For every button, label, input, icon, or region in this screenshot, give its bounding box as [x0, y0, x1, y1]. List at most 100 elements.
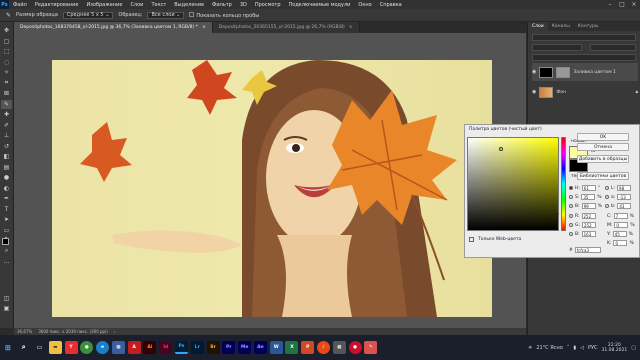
- k-field[interactable]: 0: [613, 240, 628, 246]
- acrobat-icon[interactable]: A: [127, 341, 141, 354]
- lab-b-radio[interactable]: [605, 204, 609, 208]
- language-indicator[interactable]: РУС: [588, 345, 598, 351]
- premiere-icon[interactable]: Pr: [222, 341, 236, 354]
- search-icon[interactable]: ⌕: [17, 341, 30, 354]
- h-radio[interactable]: [569, 186, 573, 190]
- hue-slider[interactable]: [561, 137, 566, 231]
- chrome-icon[interactable]: ●: [80, 341, 94, 354]
- brush-tool-icon[interactable]: ✐: [1, 121, 12, 131]
- sample-size-select[interactable]: Среднее 5 х 5 ⌄: [62, 11, 114, 19]
- eraser-tool-icon[interactable]: ◧: [1, 152, 12, 162]
- hue-slider-arrow-icon[interactable]: ▸: [557, 211, 559, 216]
- windows-start-icon[interactable]: ⊞: [1, 341, 14, 354]
- document-image[interactable]: [52, 60, 492, 317]
- r-field[interactable]: 252: [581, 213, 596, 219]
- frame-tool-icon[interactable]: ⊠: [1, 89, 12, 99]
- volume-icon[interactable]: ◁: [580, 345, 584, 351]
- document-tab[interactable]: Depositphotos_50365155_xl-2015.jpg @ 26,…: [212, 22, 360, 33]
- clock[interactable]: 22:20 31.08.2021: [602, 343, 628, 353]
- eyedropper-tool-icon[interactable]: ✎: [1, 99, 12, 109]
- opacity-field[interactable]: [590, 44, 636, 51]
- menu-item[interactable]: Окно: [354, 2, 375, 8]
- history-brush-tool-icon[interactable]: ↺: [1, 142, 12, 152]
- status-arrow-icon[interactable]: ›: [114, 329, 116, 334]
- dodge-tool-icon[interactable]: ◐: [1, 184, 12, 194]
- lasso-tool-icon[interactable]: ◌: [1, 58, 12, 68]
- document-tab[interactable]: Depositphotos_168376458_xl-2015.jpg @ 36…: [14, 22, 213, 33]
- type-tool-icon[interactable]: T: [1, 205, 12, 215]
- zoom-tool-icon[interactable]: ⌕: [1, 247, 12, 257]
- menu-item[interactable]: Справка: [376, 2, 406, 8]
- lab-b-field[interactable]: 43: [617, 203, 632, 209]
- menu-item[interactable]: Редактирование: [31, 2, 83, 8]
- path-select-tool-icon[interactable]: ➤: [1, 215, 12, 225]
- bridge-icon[interactable]: Br: [206, 341, 220, 354]
- blend-mode-select[interactable]: [532, 44, 582, 51]
- menu-item[interactable]: Просмотр: [251, 2, 285, 8]
- zoom-level[interactable]: 36,67%: [17, 329, 32, 334]
- calculator-icon[interactable]: ▦: [332, 341, 346, 354]
- screen-mode-icon[interactable]: ▣: [1, 304, 12, 314]
- minimize-icon[interactable]: –: [604, 0, 616, 9]
- menu-item[interactable]: Файл: [9, 2, 31, 8]
- store-icon[interactable]: ▦: [111, 341, 125, 354]
- screen-recorder-icon[interactable]: ●: [348, 341, 362, 354]
- more-tools-icon[interactable]: …: [1, 257, 12, 267]
- c-field[interactable]: 7: [613, 213, 628, 219]
- m-field[interactable]: 0: [614, 222, 629, 228]
- l-radio[interactable]: [605, 186, 609, 190]
- powerpoint-icon[interactable]: P: [301, 341, 315, 354]
- menu-item[interactable]: Фильтр: [208, 2, 236, 8]
- indesign-icon[interactable]: Id: [159, 341, 173, 354]
- foreground-color-swatch[interactable]: [2, 238, 9, 245]
- sample-layers-select[interactable]: Все слои ⌄: [147, 11, 185, 19]
- a-field[interactable]: -13: [617, 194, 632, 200]
- tray-chevron-icon[interactable]: ˄: [567, 345, 570, 351]
- marquee-tool-icon[interactable]: ⬚: [1, 47, 12, 57]
- quick-mask-icon[interactable]: ◫: [1, 294, 12, 304]
- s-field[interactable]: 35: [581, 194, 596, 200]
- notifications-icon[interactable]: ▢: [631, 345, 636, 351]
- menu-item[interactable]: Текст: [147, 2, 170, 8]
- rectangle-tool-icon[interactable]: ▭: [1, 226, 12, 236]
- layer-row[interactable]: ◉ Фон 🔒︎: [532, 83, 638, 101]
- healing-brush-tool-icon[interactable]: ✚: [1, 110, 12, 120]
- blur-tool-icon[interactable]: ●: [1, 173, 12, 183]
- color-libraries-button[interactable]: Библиотеки цветов: [577, 172, 629, 180]
- g-field[interactable]: 252: [582, 222, 597, 228]
- fill-field[interactable]: [532, 54, 636, 61]
- blue-radio[interactable]: [569, 232, 573, 236]
- close-tab-icon[interactable]: ×: [202, 25, 206, 30]
- s-radio[interactable]: [569, 195, 573, 199]
- crop-tool-icon[interactable]: ⌗: [1, 79, 12, 89]
- b-field[interactable]: 99: [581, 203, 596, 209]
- explorer-icon[interactable]: ▬: [48, 341, 62, 354]
- tab-paths-top[interactable]: Контуры: [574, 24, 603, 29]
- menu-item[interactable]: 3D: [236, 2, 251, 8]
- edge-icon[interactable]: e: [96, 341, 110, 354]
- y-field[interactable]: 45: [612, 231, 627, 237]
- media-encoder-icon[interactable]: Me: [238, 341, 252, 354]
- menu-item[interactable]: Выделение: [170, 2, 208, 8]
- artboard-tool-icon[interactable]: ▢: [1, 37, 12, 47]
- web-colors-only-checkbox[interactable]: Только Web-цвета: [469, 237, 521, 242]
- tab-layers-top[interactable]: Слои: [528, 22, 548, 31]
- l-field[interactable]: 98: [617, 185, 632, 191]
- tab-channels-top[interactable]: Каналы: [548, 24, 574, 29]
- after-effects-icon[interactable]: Ae: [253, 341, 267, 354]
- lightroom-icon[interactable]: Lr: [190, 341, 204, 354]
- excel-icon[interactable]: X: [285, 341, 299, 354]
- weather-text[interactable]: 21°C Ясно: [536, 345, 563, 351]
- task-view-icon[interactable]: ▭: [33, 341, 46, 354]
- close-tab-icon[interactable]: ×: [349, 25, 353, 30]
- menu-item[interactable]: Слои: [126, 2, 147, 8]
- menu-item[interactable]: Подключаемые модули: [285, 2, 355, 8]
- g-radio[interactable]: [569, 223, 573, 227]
- gradient-tool-icon[interactable]: ▤: [1, 163, 12, 173]
- photoshop-logo-icon[interactable]: Ps: [0, 0, 9, 9]
- word-icon[interactable]: W: [269, 341, 283, 354]
- music-icon[interactable]: ♪: [317, 341, 331, 354]
- clone-stamp-tool-icon[interactable]: ⊥: [1, 131, 12, 141]
- move-tool-icon[interactable]: ✥: [1, 26, 12, 36]
- ok-button[interactable]: OK: [577, 133, 629, 141]
